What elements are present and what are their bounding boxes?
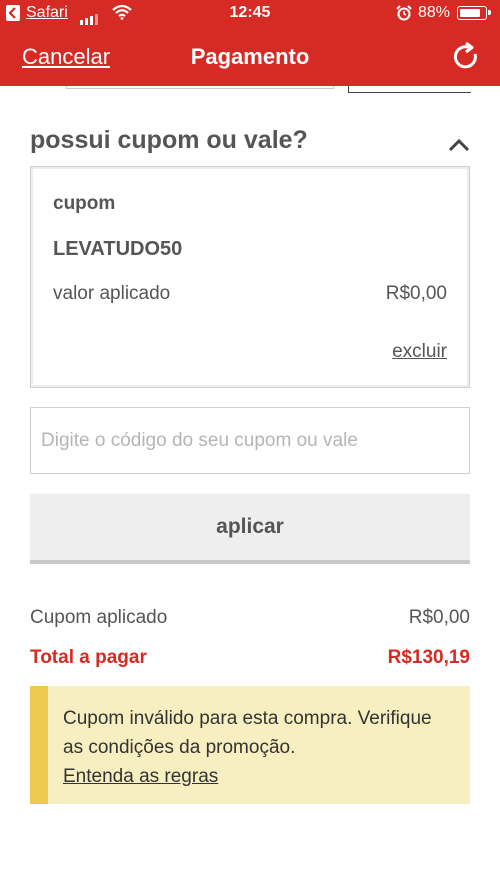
scrolled-field-edge — [66, 86, 334, 89]
coupon-code: LEVATUDO50 — [53, 238, 183, 260]
rules-link[interactable]: Entenda as regras — [63, 762, 218, 791]
refresh-icon[interactable] — [452, 42, 480, 72]
navigation-bar: Cancelar Pagamento — [0, 28, 500, 86]
coupon-label: cupom — [53, 193, 116, 214]
invalid-coupon-alert: Cupom inválido para esta compra. Verifiq… — [30, 686, 470, 804]
battery-icon — [457, 6, 491, 20]
total-label: Total a pagar — [30, 647, 147, 668]
coupon-code-input[interactable] — [30, 407, 470, 474]
app-header: Safari 12:45 88% Cancelar Pagamento — [0, 0, 500, 86]
apply-coupon-button[interactable]: aplicar — [30, 494, 470, 564]
chevron-up-icon[interactable] — [448, 138, 470, 152]
coupon-applied-value: R$0,00 — [408, 607, 470, 628]
page-title: Pagamento — [190, 44, 310, 69]
remove-coupon-link[interactable]: excluir — [392, 341, 447, 363]
alert-message: Cupom inválido para esta compra. Verifiq… — [63, 708, 432, 758]
coupon-applied-label: Cupom aplicado — [30, 607, 168, 628]
alarm-icon — [396, 5, 412, 21]
applied-value-label: valor aplicado — [53, 283, 171, 304]
scrolled-button-edge — [348, 86, 471, 93]
total-value: R$130,19 — [387, 647, 470, 668]
applied-value-amount: R$0,00 — [385, 283, 447, 304]
coupon-section-title: possui cupom ou vale? — [30, 126, 308, 154]
applied-coupon-card: cupom LEVATUDO50 valor aplicado R$0,00 e… — [30, 166, 470, 388]
battery-level — [460, 9, 480, 17]
status-bar: Safari 12:45 88% — [0, 0, 500, 28]
battery-percentage: 88% — [418, 4, 451, 21]
